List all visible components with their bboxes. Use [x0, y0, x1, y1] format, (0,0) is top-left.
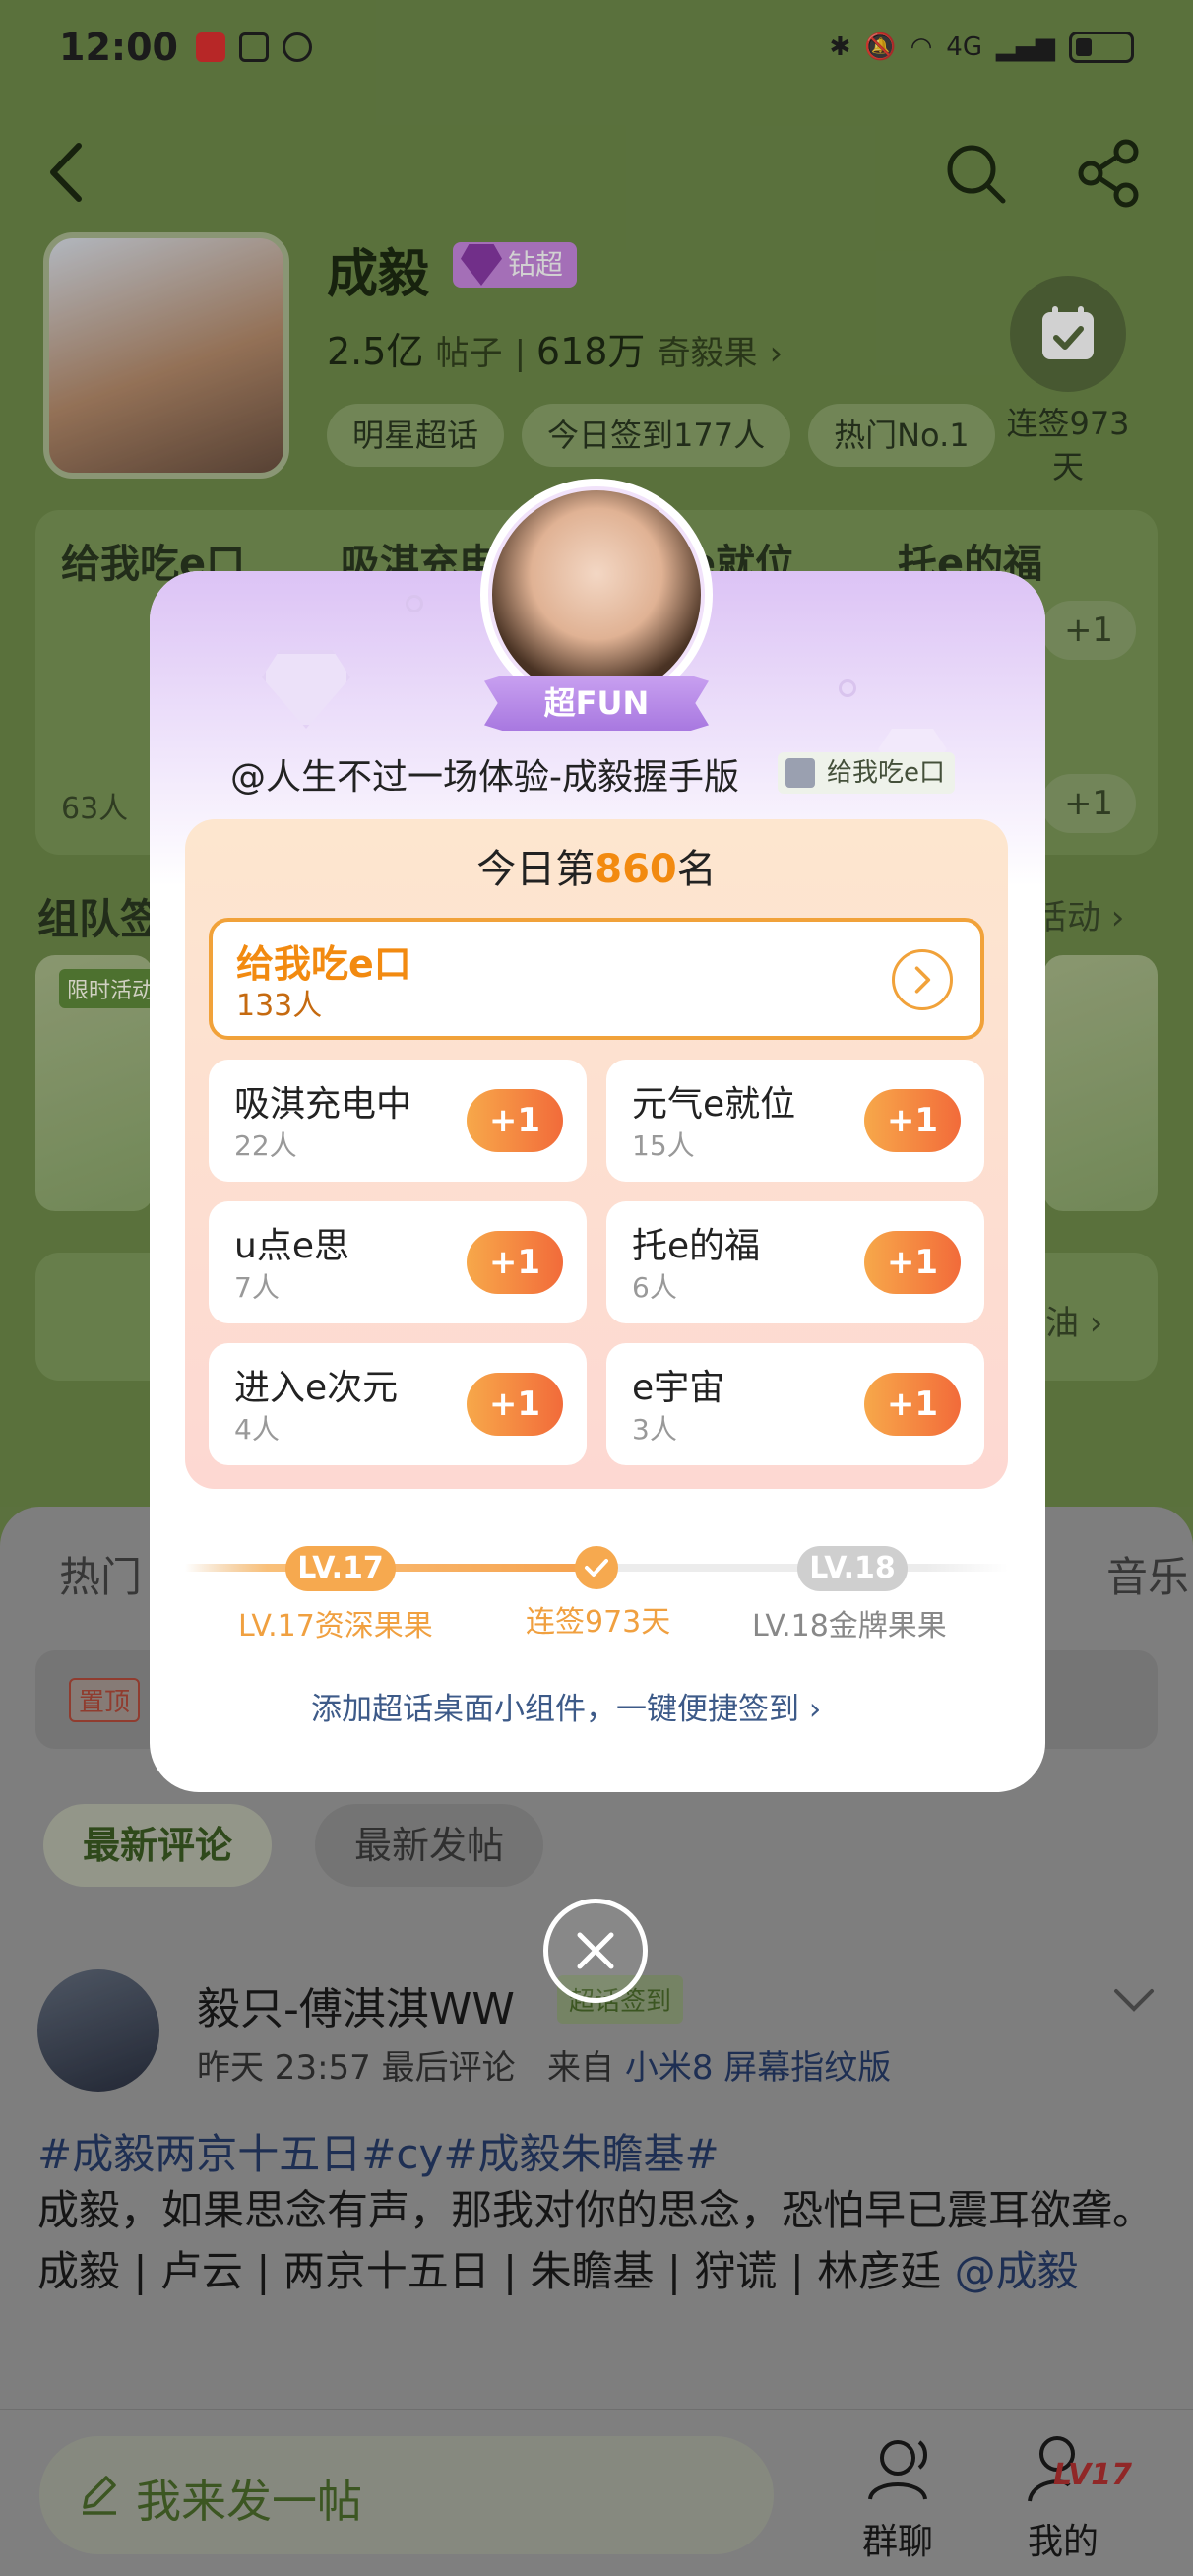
level-current-pill: LV.17: [285, 1546, 396, 1591]
dot-decoration: [839, 679, 856, 697]
selected-group-count: 133人: [236, 989, 323, 1023]
level-streak-label: 连签973天: [526, 1605, 671, 1640]
group-name: e宇宙: [632, 1368, 725, 1408]
group-name: u点e思: [234, 1226, 349, 1266]
join-plus-button[interactable]: +1: [467, 1231, 563, 1294]
group-count: 4人: [234, 1413, 280, 1446]
group-count: 6人: [632, 1271, 677, 1304]
checkbox-icon: [785, 758, 815, 788]
rank-number: 860: [595, 847, 677, 892]
group-count: 15人: [632, 1129, 695, 1162]
group-count: 22人: [234, 1129, 297, 1162]
selected-group-name: 给我吃e口: [236, 942, 411, 986]
join-plus-button[interactable]: +1: [467, 1373, 563, 1436]
group-name: 进入e次元: [234, 1368, 399, 1408]
group-count: 3人: [632, 1413, 677, 1446]
fun-ribbon: 超FUN: [484, 676, 709, 731]
rank-title: 今日第860名: [476, 847, 717, 892]
close-button[interactable]: [543, 1899, 648, 2003]
group-name: 吸淇充电中: [234, 1084, 412, 1125]
join-plus-button[interactable]: +1: [467, 1089, 563, 1152]
user-handle: @人生不过一场体验-成毅握手版: [230, 757, 739, 798]
group-count: 7人: [234, 1271, 280, 1304]
close-icon: [577, 1932, 614, 1969]
chevron-right-icon[interactable]: [892, 949, 953, 1010]
handle-group-tag: 给我吃e口: [778, 752, 955, 794]
group-name: 托e的福: [632, 1226, 761, 1266]
dot-decoration: [406, 595, 423, 612]
check-icon: [575, 1546, 618, 1589]
level-next-pill: LV.18: [797, 1546, 908, 1591]
add-widget-link[interactable]: 添加超话桌面小组件，一键便捷签到 ›: [311, 1684, 821, 1728]
join-plus-button[interactable]: +1: [864, 1373, 961, 1436]
join-plus-button[interactable]: +1: [864, 1089, 961, 1152]
join-plus-button[interactable]: +1: [864, 1231, 961, 1294]
level-current-label: LV.17资深果果: [238, 1609, 433, 1643]
group-name: 元气e就位: [632, 1084, 796, 1125]
level-next-label: LV.18金牌果果: [752, 1609, 947, 1643]
